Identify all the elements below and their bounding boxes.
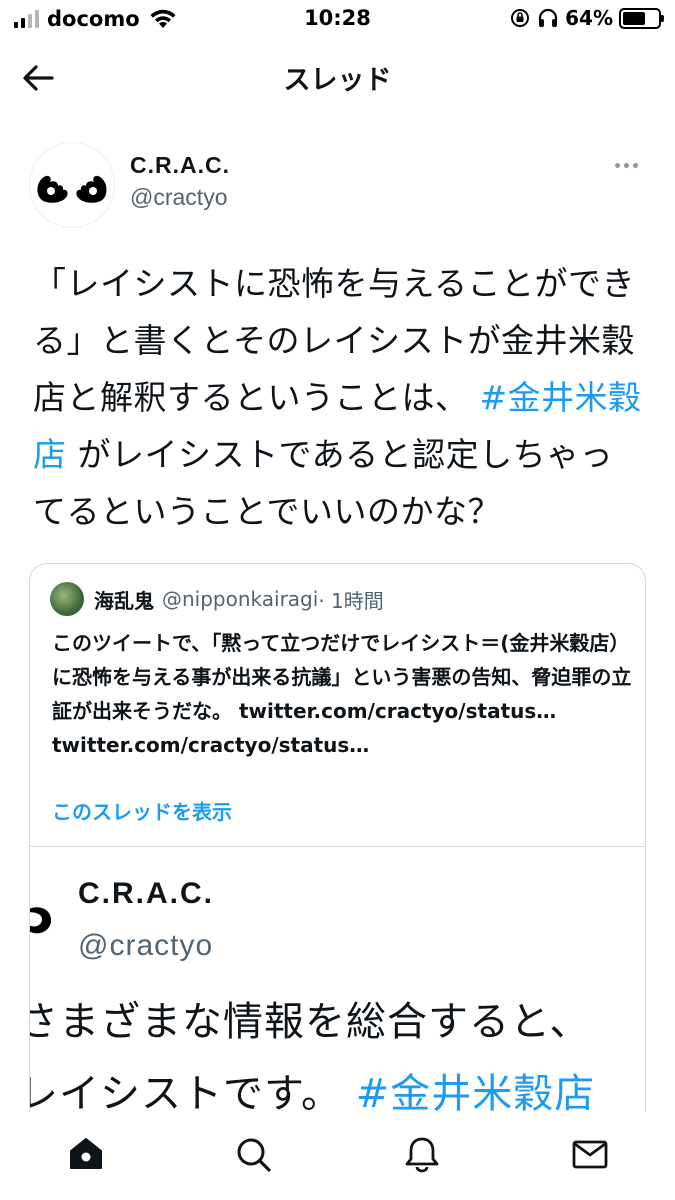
headphones-icon (539, 8, 558, 27)
quote-header: 海乱鬼 @nipponkairagi · 1時間 (50, 582, 384, 616)
embedded-author-handle: @cractyo (78, 929, 214, 962)
status-right: 64% (509, 6, 664, 30)
more-dot (633, 162, 638, 168)
more-dot (624, 162, 629, 168)
notifications-icon (405, 1137, 439, 1173)
embedded-author-name: C.R.A.C. (78, 877, 214, 910)
page-title: スレッド (283, 65, 392, 96)
avatar[interactable] (29, 142, 115, 228)
embedded-text-line2: レイシストです。 #金井米穀店 (30, 1061, 595, 1119)
embedded-tweet-image[interactable]: C.R.A.C. @cractyo さまざまな情報を総合すると、 レイシストです… (30, 847, 645, 1143)
author-handle[interactable]: @cractyo (130, 184, 227, 211)
quote-tweet-card[interactable]: 海乱鬼 @nipponkairagi · 1時間 このツイートで、「黙って立つだ… (29, 563, 646, 1143)
quote-text: このツイートで、「黙って立つだけでレイシスト＝(金井米穀店）に恐怖を与える事が出… (52, 631, 632, 757)
thread-header: スレッド (0, 38, 675, 118)
tweet-text-part2: がレイシストであると認定しちゃってるということでいいのかな？ (33, 435, 614, 531)
quote-timestamp: · 1時間 (318, 588, 384, 613)
tweet-author: C.R.A.C. @cractyo (0, 138, 675, 228)
tab-messages[interactable] (568, 1132, 612, 1176)
quote-author-handle: @nipponkairagi (162, 587, 319, 611)
quote-avatar (50, 582, 84, 616)
battery-icon (619, 7, 664, 29)
tweet-text: 「レイシストに恐怖を与えることができる」と書くとそのレイシストが金井米穀店と解釈… (33, 255, 645, 540)
search-icon (237, 1138, 271, 1172)
tab-notifications[interactable] (400, 1132, 444, 1176)
status-bar: docomo 10:28 64% (0, 0, 675, 38)
more-dot (615, 162, 620, 168)
embedded-text-line1: さまざまな情報を総合すると、 (30, 999, 591, 1045)
more-options-button[interactable] (615, 158, 645, 172)
orientation-lock-icon (511, 9, 530, 27)
tab-home[interactable] (64, 1132, 108, 1176)
bottom-tab-bar (0, 1112, 675, 1200)
home-icon (70, 1138, 102, 1169)
embedded-hashtag: #金井米穀店 (355, 1071, 596, 1117)
embedded-text: レイシストです。 (30, 1071, 342, 1117)
author-name[interactable]: C.R.A.C. (130, 152, 230, 179)
show-thread-link[interactable]: このスレッドを表示 (52, 796, 232, 825)
crac-logo-icon (37, 175, 107, 203)
messages-icon (572, 1140, 608, 1169)
battery-percent: 64% (565, 6, 613, 30)
quote-author-name: 海乱鬼 (94, 588, 154, 613)
crac-logo-icon (30, 907, 51, 934)
tab-search[interactable] (231, 1132, 275, 1176)
